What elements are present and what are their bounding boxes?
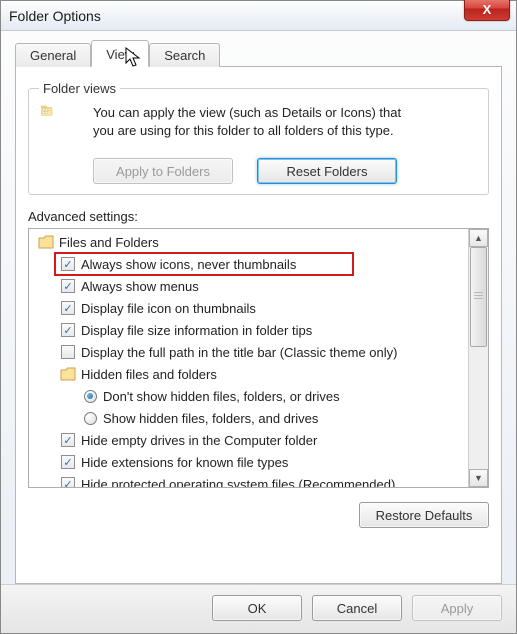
- radio-icon: [84, 412, 97, 425]
- tab-view[interactable]: View: [91, 40, 149, 67]
- tree-label: Don't show hidden files, folders, or dri…: [103, 389, 340, 404]
- tab-view-panel: Folder views Yo: [15, 67, 502, 584]
- cancel-button[interactable]: Cancel: [312, 595, 402, 621]
- tab-general[interactable]: General: [15, 43, 91, 67]
- folder-options-window: Folder Options X General View Search Fol…: [0, 0, 517, 634]
- checkbox-icon: ✓: [61, 257, 75, 271]
- tree-label: Display file icon on thumbnails: [81, 301, 256, 316]
- tree-root-files-and-folders[interactable]: Files and Folders: [33, 231, 464, 253]
- tree-item[interactable]: ✓ Hide extensions for known file types: [33, 451, 464, 473]
- tab-strip: General View Search: [15, 39, 502, 67]
- tree-label: Hide protected operating system files (R…: [81, 477, 395, 488]
- vertical-scrollbar[interactable]: ▲ ▼: [468, 229, 488, 487]
- tree-item[interactable]: Don't show hidden files, folders, or dri…: [33, 385, 464, 407]
- apply-to-folders-button[interactable]: Apply to Folders: [93, 158, 233, 184]
- folder-icon: [59, 367, 77, 381]
- dialog-body: General View Search Folder views: [1, 31, 516, 584]
- tree-item[interactable]: ✓ Display file icon on thumbnails: [33, 297, 464, 319]
- tree-view[interactable]: Files and Folders ✓ Always show icons, nev…: [29, 229, 468, 487]
- folder-views-icon: [39, 104, 83, 148]
- apply-button[interactable]: Apply: [412, 595, 502, 621]
- tree-item[interactable]: ✓ Display file size information in folder…: [33, 319, 464, 341]
- tree-item[interactable]: ✓ Hide empty drives in the Computer folde…: [33, 429, 464, 451]
- tab-search[interactable]: Search: [149, 43, 220, 67]
- tree-label: Always show menus: [81, 279, 199, 294]
- dialog-footer: OK Cancel Apply: [1, 584, 516, 633]
- checkbox-icon: ✓: [61, 323, 75, 337]
- tree-item[interactable]: Display the full path in the title bar (…: [33, 341, 464, 363]
- folder-views-text-line2: you are using for this folder to all fol…: [93, 123, 394, 138]
- radio-icon: [84, 390, 97, 403]
- tree-item[interactable]: ✓ Always show menus: [33, 275, 464, 297]
- folder-icon: [37, 235, 55, 249]
- folder-views-legend: Folder views: [39, 81, 120, 96]
- folder-views-text: You can apply the view (such as Details …: [93, 104, 401, 139]
- close-icon: X: [483, 3, 492, 16]
- tree-item[interactable]: ✓ Hide protected operating system files (…: [33, 473, 464, 487]
- scroll-up-button[interactable]: ▲: [469, 229, 488, 247]
- checkbox-icon: [61, 345, 75, 359]
- tree-group[interactable]: Hidden files and folders: [33, 363, 464, 385]
- tree-label: Display the full path in the title bar (…: [81, 345, 397, 360]
- scroll-track[interactable]: [469, 247, 488, 469]
- folder-views-text-line1: You can apply the view (such as Details …: [93, 105, 401, 120]
- tree-label: Hide extensions for known file types: [81, 455, 288, 470]
- tree-label: Always show icons, never thumbnails: [81, 257, 296, 272]
- restore-defaults-button[interactable]: Restore Defaults: [359, 502, 489, 528]
- checkbox-icon: ✓: [61, 455, 75, 469]
- tree-label: Show hidden files, folders, and drives: [103, 411, 318, 426]
- scroll-down-button[interactable]: ▼: [469, 469, 488, 487]
- checkbox-icon: ✓: [61, 477, 75, 487]
- advanced-settings-tree[interactable]: Files and Folders ✓ Always show icons, nev…: [28, 228, 489, 488]
- ok-button[interactable]: OK: [212, 595, 302, 621]
- scroll-thumb[interactable]: [470, 247, 487, 347]
- titlebar: Folder Options X: [1, 1, 516, 31]
- tree-label: Files and Folders: [59, 235, 159, 250]
- checkbox-icon: ✓: [61, 301, 75, 315]
- tree-item[interactable]: Show hidden files, folders, and drives: [33, 407, 464, 429]
- tree-label: Display file size information in folder …: [81, 323, 312, 338]
- window-title: Folder Options: [9, 8, 101, 24]
- folder-views-group: Folder views Yo: [28, 81, 489, 195]
- checkbox-icon: ✓: [61, 433, 75, 447]
- tree-label: Hide empty drives in the Computer folder: [81, 433, 317, 448]
- advanced-settings-label: Advanced settings:: [28, 209, 489, 224]
- close-button[interactable]: X: [464, 0, 510, 21]
- tree-label: Hidden files and folders: [81, 367, 217, 382]
- reset-folders-button[interactable]: Reset Folders: [257, 158, 397, 184]
- tree-item[interactable]: ✓ Always show icons, never thumbnails: [33, 253, 464, 275]
- checkbox-icon: ✓: [61, 279, 75, 293]
